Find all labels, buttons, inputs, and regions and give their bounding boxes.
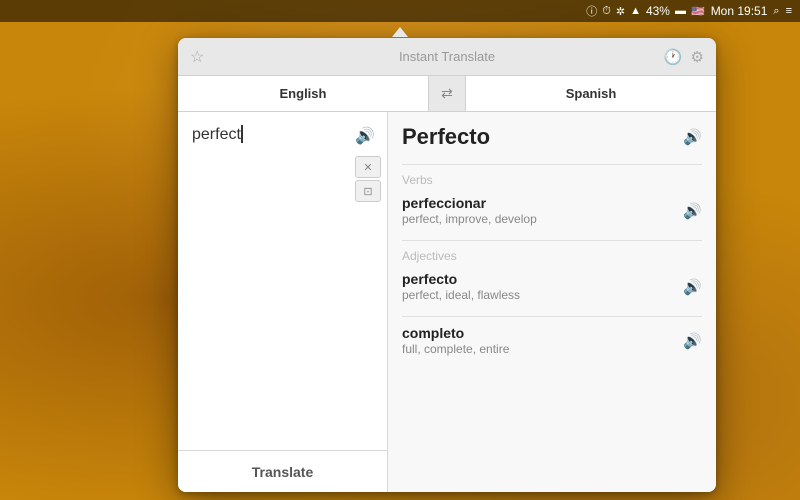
- divider-top: [402, 164, 702, 165]
- popup-titlebar: ☆ Instant Translate 🕐 ⚙: [178, 38, 716, 76]
- copy-icon: ⊡: [363, 185, 372, 198]
- settings-button[interactable]: ⚙: [691, 48, 704, 66]
- speak-perfeccionar-button[interactable]: 🔊: [683, 202, 702, 220]
- battery-percent: 43%: [646, 4, 670, 18]
- entry-perfecto-word: perfecto: [402, 271, 520, 287]
- language-tabs: English ⇄ Spanish: [178, 76, 716, 112]
- entry-perfeccionar-content: perfeccionar perfect, improve, develop: [402, 195, 537, 226]
- wifi-icon: ▲: [630, 5, 641, 17]
- divider-adj: [402, 240, 702, 241]
- translate-button-label: Translate: [252, 464, 313, 480]
- translate-button[interactable]: Translate: [178, 450, 387, 492]
- info-icon: ⓘ: [586, 3, 597, 19]
- search-icon[interactable]: ⌕: [773, 5, 779, 18]
- entry-completo-word: completo: [402, 325, 509, 341]
- tab-english-label: English: [280, 86, 327, 101]
- divider-completo: [402, 316, 702, 317]
- content-area: perfect 🔊 ✕ ⊡ Translate Perfecto 🔊: [178, 112, 716, 492]
- bluetooth-icon: ✲: [616, 5, 625, 18]
- copy-input-button[interactable]: ⊡: [355, 180, 381, 202]
- timer-icon: ⏱: [602, 5, 611, 18]
- titlebar-actions: 🕐 ⚙: [664, 48, 704, 66]
- entry-perfecto-content: perfecto perfect, ideal, flawless: [402, 271, 520, 302]
- entry-perfecto-row: perfecto perfect, ideal, flawless 🔊: [402, 271, 702, 302]
- speak-perfecto-button[interactable]: 🔊: [683, 278, 702, 296]
- speak-input-button[interactable]: 🔊: [355, 126, 375, 146]
- history-button[interactable]: 🕐: [664, 48, 683, 66]
- input-action-buttons: ✕ ⊡: [355, 156, 381, 202]
- input-value: perfect: [192, 126, 241, 143]
- pin-button[interactable]: ☆: [190, 47, 204, 67]
- popup-arrow: [392, 27, 408, 37]
- tab-english[interactable]: English: [178, 76, 429, 111]
- translate-popup: ☆ Instant Translate 🕐 ⚙ English ⇄ Spanis…: [178, 38, 716, 492]
- battery-icon: ▬: [675, 5, 686, 17]
- entry-completo-content: completo full, complete, entire: [402, 325, 509, 356]
- tab-spanish-label: Spanish: [566, 86, 617, 101]
- input-panel: perfect 🔊 ✕ ⊡ Translate: [178, 112, 388, 492]
- clear-icon: ✕: [363, 161, 372, 174]
- entry-perfecto: perfecto perfect, ideal, flawless 🔊: [402, 271, 702, 302]
- section-verbs: Verbs perfeccionar perfect, improve, dev…: [402, 173, 702, 226]
- entry-perfecto-defs: perfect, ideal, flawless: [402, 288, 520, 302]
- speak-completo-button[interactable]: 🔊: [683, 332, 702, 350]
- clear-input-button[interactable]: ✕: [355, 156, 381, 178]
- menubar-system-icons: ⓘ ⏱ ✲ ▲ 43% ▬ 🇺🇸: [586, 3, 704, 19]
- clock: Mon 19:51: [711, 4, 768, 18]
- entry-completo-defs: full, complete, entire: [402, 342, 509, 356]
- swap-icon: ⇄: [441, 85, 453, 102]
- entry-perfeccionar-word: perfeccionar: [402, 195, 537, 211]
- input-display[interactable]: perfect: [192, 124, 373, 146]
- swap-languages-button[interactable]: ⇄: [429, 76, 465, 111]
- section-adjectives-label: Adjectives: [402, 249, 702, 263]
- main-translation-word: Perfecto: [402, 124, 490, 150]
- entry-perfeccionar: perfeccionar perfect, improve, develop 🔊: [402, 195, 702, 226]
- flag-icon: 🇺🇸: [691, 5, 705, 18]
- text-cursor: [241, 125, 243, 143]
- results-panel: Perfecto 🔊 Verbs perfeccionar perfect, i…: [388, 112, 716, 492]
- entry-perfeccionar-defs: perfect, improve, develop: [402, 212, 537, 226]
- entry-completo-row: completo full, complete, entire 🔊: [402, 325, 702, 356]
- tab-spanish[interactable]: Spanish: [465, 76, 716, 111]
- menubar: ⓘ ⏱ ✲ ▲ 43% ▬ 🇺🇸 Mon 19:51 ⌕ ≡: [0, 0, 800, 22]
- section-verbs-label: Verbs: [402, 173, 702, 187]
- menu-icon[interactable]: ≡: [786, 5, 792, 17]
- speak-main-button[interactable]: 🔊: [683, 128, 702, 146]
- entry-completo: completo full, complete, entire 🔊: [402, 325, 702, 356]
- popup-title: Instant Translate: [399, 49, 495, 64]
- main-translation: Perfecto 🔊: [402, 124, 702, 150]
